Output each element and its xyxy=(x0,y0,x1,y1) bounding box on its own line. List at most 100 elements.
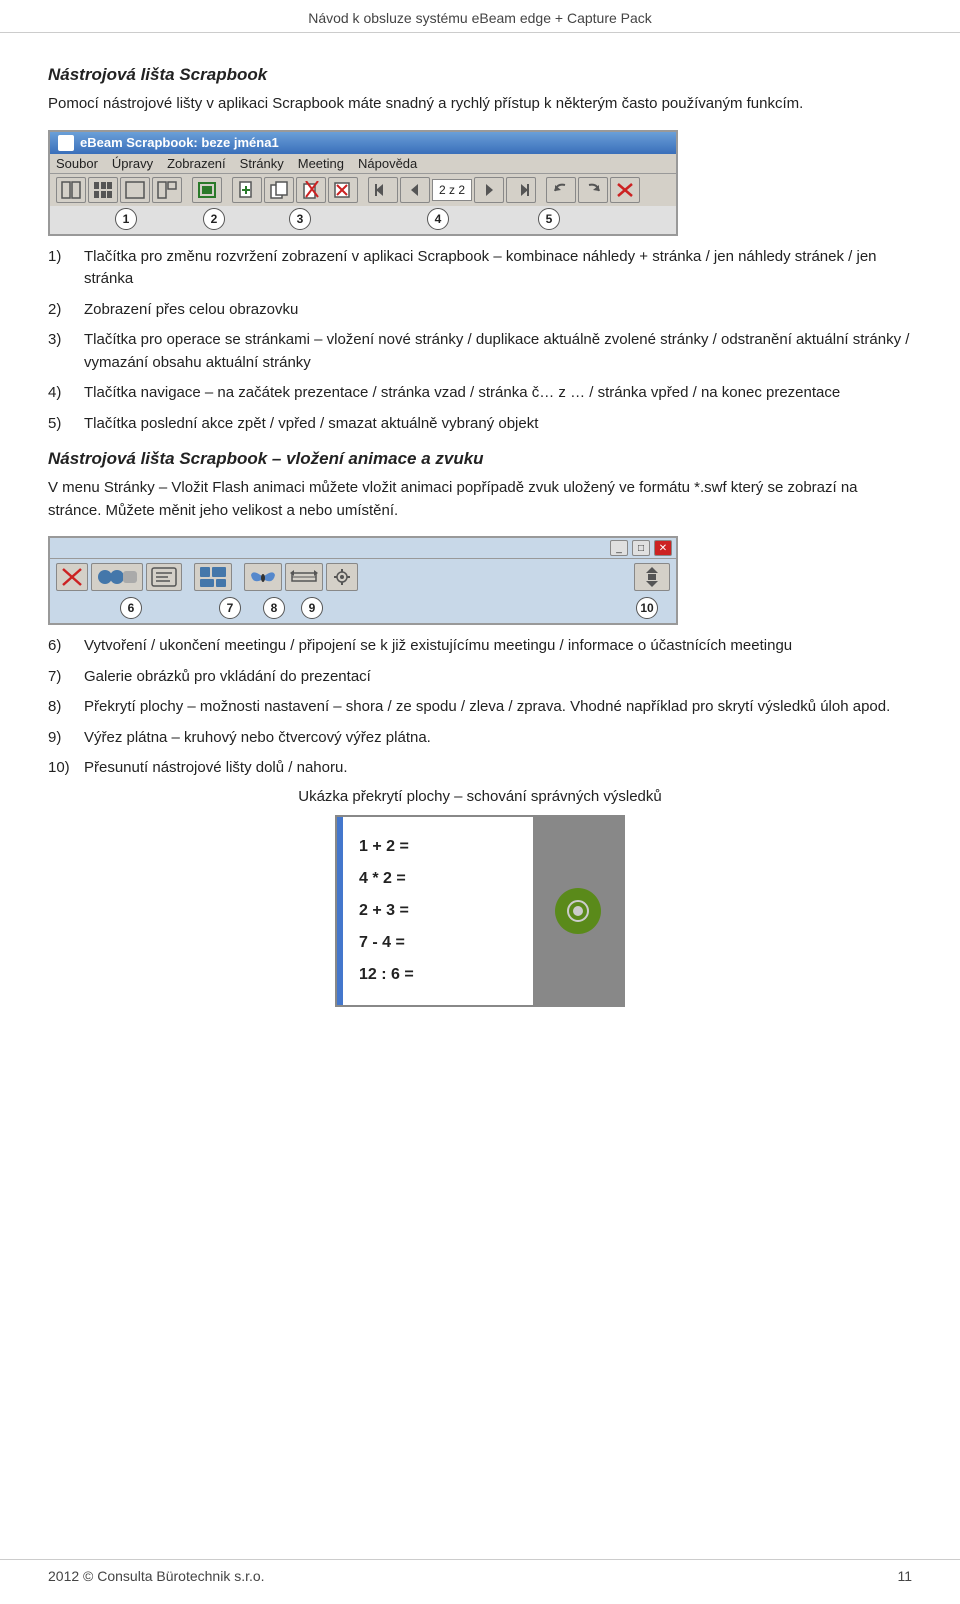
num-label-7: 7 xyxy=(219,597,241,619)
caption: Ukázka překrytí plochy – schování správn… xyxy=(48,788,912,805)
toolbar2-buttons xyxy=(50,559,676,595)
list-num-3: 3) xyxy=(48,329,84,374)
list-item-7: 7) Galerie obrázků pro vkládání do preze… xyxy=(48,666,912,689)
list-item-3: 3) Tlačítka pro operace se stránkami – v… xyxy=(48,329,912,374)
num-label-8: 8 xyxy=(263,597,285,619)
list-num-1: 1) xyxy=(48,246,84,291)
gallery-btn[interactable] xyxy=(194,563,232,591)
list-num-5: 5) xyxy=(48,413,84,436)
duplicate-page-btn[interactable] xyxy=(264,177,294,203)
overlay-resize-btn[interactable] xyxy=(285,563,323,591)
nav-next-btn[interactable] xyxy=(474,177,504,203)
overlay-butterfly-btn[interactable] xyxy=(244,563,282,591)
nav-prev-btn[interactable] xyxy=(400,177,430,203)
list-num-10: 10) xyxy=(48,757,84,780)
list-num-2: 2) xyxy=(48,299,84,322)
menu-napoveda[interactable]: Nápověda xyxy=(358,156,417,171)
menu-soubor[interactable]: Soubor xyxy=(56,156,98,171)
list-num-4: 4) xyxy=(48,382,84,405)
math-line-4: 7 - 4 = xyxy=(359,927,517,959)
footer-left: 2012 © Consulta Bürotechnik s.r.o. xyxy=(48,1568,265,1584)
section2-intro: V menu Stránky – Vložit Flash animaci mů… xyxy=(48,477,912,522)
toolbar1-title: eBeam Scrapbook: beze jména1 xyxy=(80,135,279,150)
page-header: Návod k obsluze systému eBeam edge + Cap… xyxy=(0,0,960,33)
list-text-10: Přesunutí nástrojové lišty dolů / nahoru… xyxy=(84,757,912,780)
toolbar1-window: eBeam Scrapbook: beze jména1 Soubor Úpra… xyxy=(48,130,678,236)
overlay-circle xyxy=(555,888,601,934)
nav-last-btn[interactable] xyxy=(506,177,536,203)
math-content: 1 + 2 = 4 * 2 = 2 + 3 = 7 - 4 = 12 : 6 = xyxy=(343,817,533,1005)
toolbar1-titlebar: eBeam Scrapbook: beze jména1 xyxy=(50,132,676,154)
math-line-5: 12 : 6 = xyxy=(359,959,517,991)
toolbar1-menubar[interactable]: Soubor Úpravy Zobrazení Stránky Meeting … xyxy=(50,154,676,174)
overlay-icon xyxy=(564,897,592,925)
clear-page-btn[interactable] xyxy=(328,177,358,203)
list-text-6: Vytvoření / ukončení meetingu / připojen… xyxy=(84,635,912,658)
delete-page-btn[interactable] xyxy=(296,177,326,203)
meeting-info-btn[interactable] xyxy=(146,563,182,591)
close-btn[interactable]: ✕ xyxy=(654,540,672,556)
move-toolbar-btn[interactable] xyxy=(634,563,670,591)
list-text-4: Tlačítka navigace – na začátek prezentac… xyxy=(84,382,912,405)
list-section-1: 1) Tlačítka pro změnu rozvržení zobrazen… xyxy=(48,246,912,436)
nav-first-btn[interactable] xyxy=(368,177,398,203)
overlay-settings-btn[interactable] xyxy=(326,563,358,591)
list-num-6: 6) xyxy=(48,635,84,658)
list-item-1: 1) Tlačítka pro změnu rozvržení zobrazen… xyxy=(48,246,912,291)
list-item-5: 5) Tlačítka poslední akce zpět / vpřed /… xyxy=(48,413,912,436)
meeting-join-btn[interactable] xyxy=(91,563,143,591)
nav-page-text: 2 z 2 xyxy=(432,179,472,201)
num-label-4: 4 xyxy=(427,208,449,230)
section1-title: Nástrojová lišta Scrapbook xyxy=(48,65,912,85)
meeting-close-btn[interactable] xyxy=(56,563,88,591)
list-num-9: 9) xyxy=(48,727,84,750)
delete-obj-btn[interactable] xyxy=(610,177,640,203)
toolbar2-titlebar: _ □ ✕ xyxy=(50,538,676,559)
menu-zobrazeni[interactable]: Zobrazení xyxy=(167,156,226,171)
num-label-2: 2 xyxy=(203,208,225,230)
list-item-8: 8) Překrytí plochy – možnosti nastavení … xyxy=(48,696,912,719)
list-num-7: 7) xyxy=(48,666,84,689)
undo-btn[interactable] xyxy=(546,177,576,203)
page-footer: 2012 © Consulta Bürotechnik s.r.o. 11 xyxy=(0,1559,960,1584)
new-page-btn[interactable] xyxy=(232,177,262,203)
section2-title: Nástrojová lišta Scrapbook – vložení ani… xyxy=(48,449,912,469)
menu-meeting[interactable]: Meeting xyxy=(298,156,344,171)
num-label-6: 6 xyxy=(120,597,142,619)
toolbar2-window: _ □ ✕ xyxy=(48,536,678,625)
layout-btn2[interactable] xyxy=(88,177,118,203)
math-line-2: 4 * 2 = xyxy=(359,863,517,895)
footer-right: 11 xyxy=(897,1568,912,1584)
maximize-btn[interactable]: □ xyxy=(632,540,650,556)
num-label-3: 3 xyxy=(289,208,311,230)
list-text-5: Tlačítka poslední akce zpět / vpřed / sm… xyxy=(84,413,912,436)
app-icon xyxy=(58,135,74,151)
list-text-3: Tlačítka pro operace se stránkami – vlož… xyxy=(84,329,912,374)
minimize-btn[interactable]: _ xyxy=(610,540,628,556)
num-label-5: 5 xyxy=(538,208,560,230)
layout-btn4[interactable] xyxy=(152,177,182,203)
num-label-10: 10 xyxy=(636,597,658,619)
math-line-3: 2 + 3 = xyxy=(359,895,517,927)
list-text-7: Galerie obrázků pro vkládání do prezenta… xyxy=(84,666,912,689)
list-text-1: Tlačítka pro změnu rozvržení zobrazení v… xyxy=(84,246,912,291)
num-label-1: 1 xyxy=(115,208,137,230)
header-title: Návod k obsluze systému eBeam edge + Cap… xyxy=(308,10,652,26)
layout-btn3[interactable] xyxy=(120,177,150,203)
list-item-9: 9) Výřez plátna – kruhový nebo čtvercový… xyxy=(48,727,912,750)
list-num-8: 8) xyxy=(48,696,84,719)
fullscreen-btn[interactable] xyxy=(192,177,222,203)
num-label-9: 9 xyxy=(301,597,323,619)
layout-btn1[interactable] xyxy=(56,177,86,203)
menu-stranky[interactable]: Stránky xyxy=(240,156,284,171)
redo-btn[interactable] xyxy=(578,177,608,203)
list-text-2: Zobrazení přes celou obrazovku xyxy=(84,299,912,322)
toolbar1-buttons: 2 z 2 xyxy=(50,174,676,206)
menu-upravy[interactable]: Úpravy xyxy=(112,156,153,171)
list-item-4: 4) Tlačítka navigace – na začátek prezen… xyxy=(48,382,912,405)
grey-overlay xyxy=(533,817,623,1005)
list-item-6: 6) Vytvoření / ukončení meetingu / připo… xyxy=(48,635,912,658)
list-text-9: Výřez plátna – kruhový nebo čtvercový vý… xyxy=(84,727,912,750)
list-item-2: 2) Zobrazení přes celou obrazovku xyxy=(48,299,912,322)
list-section-2: 6) Vytvoření / ukončení meetingu / připo… xyxy=(48,635,912,780)
